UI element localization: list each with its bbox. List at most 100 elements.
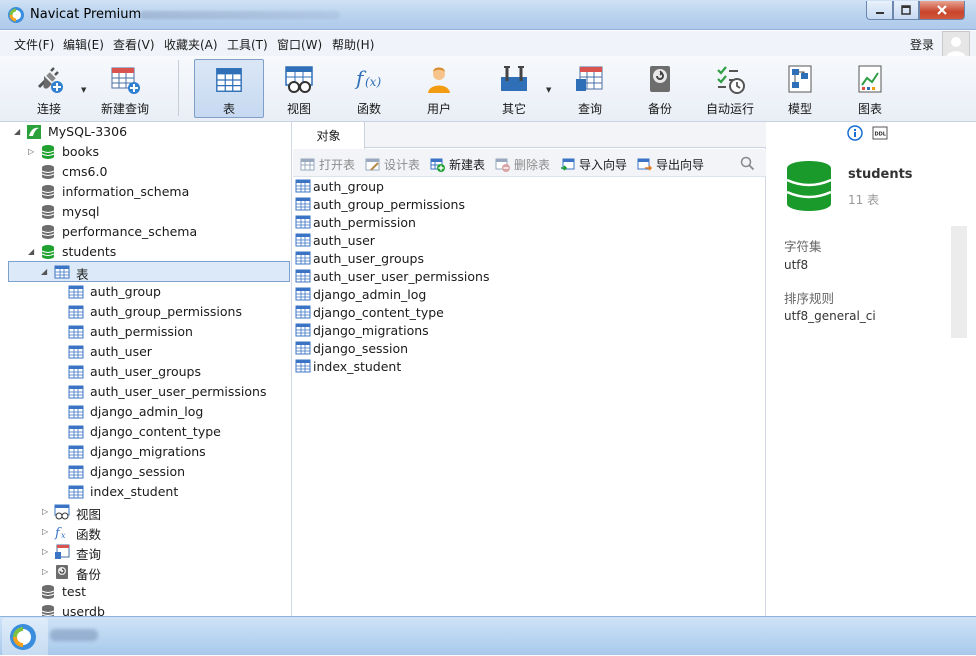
login-link[interactable]: 登录 [910, 36, 934, 53]
info-icon[interactable] [847, 125, 863, 141]
new-table-button[interactable]: 新建表 [430, 156, 485, 173]
object-list-item[interactable]: django_content_type [295, 303, 444, 321]
object-list-label: django_content_type [313, 304, 444, 320]
connection-button[interactable]: 连接 [16, 58, 82, 118]
tree-table-label: django_admin_log [90, 404, 204, 419]
table-small-icon [295, 215, 311, 229]
new-query-button[interactable]: 新建查询 [92, 58, 158, 118]
delete-table-button[interactable]: 删除表 [495, 156, 550, 173]
tree-group-queries[interactable]: ▷ 查询 [0, 542, 291, 562]
collation-label: 排序规则 [784, 291, 835, 306]
tree-group-functions[interactable]: ▷ f x 函数 [0, 522, 291, 542]
expand-arrow-icon[interactable]: ▷ [42, 567, 48, 576]
tree-group-views[interactable]: ▷ 视图 [0, 502, 291, 522]
tree-table-item[interactable]: django_content_type [0, 422, 291, 442]
design-table-button[interactable]: 设计表 [365, 156, 420, 173]
export-wizard-button[interactable]: 导出向导 [637, 156, 704, 173]
toolbar-separator [178, 60, 179, 116]
import-wizard-button[interactable]: 导入向导 [560, 156, 627, 173]
tree-table-item[interactable]: index_student [0, 482, 291, 502]
search-icon[interactable] [740, 156, 755, 171]
close-button[interactable] [919, 1, 965, 20]
object-list-item[interactable]: auth_user_user_permissions [295, 267, 489, 285]
connection-dropdown-icon[interactable]: ▼ [81, 86, 86, 94]
object-list-item[interactable]: django_migrations [295, 321, 429, 339]
autorun-button[interactable]: 自动运行 [697, 58, 763, 118]
info-scrollbar[interactable] [951, 226, 967, 338]
object-list-item[interactable]: django_admin_log [295, 285, 426, 303]
tree-db-label: students [62, 244, 117, 259]
tree-table-item[interactable]: auth_group [0, 282, 291, 302]
maximize-button[interactable] [893, 1, 919, 20]
object-list-item[interactable]: auth_user_groups [295, 249, 424, 267]
tree-db-test[interactable]: test [0, 582, 291, 602]
collapse-arrow-icon[interactable]: ◢ [14, 127, 20, 136]
object-list-item[interactable]: auth_user [295, 231, 375, 249]
menu-help[interactable]: 帮助(H) [332, 36, 374, 53]
expand-arrow-icon[interactable]: ▷ [42, 507, 48, 516]
tree-table-item[interactable]: auth_user_user_permissions [0, 382, 291, 402]
table-small-icon [295, 341, 311, 355]
menu-file[interactable]: 文件(F) [14, 36, 54, 53]
tree-table-label: django_content_type [90, 424, 221, 439]
minimize-button[interactable] [866, 1, 893, 20]
tree-db-performance-schema[interactable]: performance_schema [0, 222, 291, 242]
object-list-item[interactable]: auth_group [295, 177, 384, 195]
ddl-icon[interactable]: DDL [872, 125, 888, 141]
expand-arrow-icon[interactable]: ▷ [28, 147, 34, 156]
tree-table-item[interactable]: django_migrations [0, 442, 291, 462]
others-dropdown-icon[interactable]: ▼ [546, 86, 551, 94]
avatar[interactable] [942, 31, 970, 59]
tree-table-item[interactable]: django_admin_log [0, 402, 291, 422]
tree-db-cms6[interactable]: cms6.0 [0, 162, 291, 182]
export-wizard-label: 导出向导 [656, 158, 705, 172]
tab-objects[interactable]: 对象 [293, 122, 365, 149]
object-list-item[interactable]: django_session [295, 339, 408, 357]
tree-group-tables[interactable]: ◢ 表 [8, 261, 290, 282]
expand-arrow-icon[interactable]: ▷ [42, 527, 48, 536]
tree-connection-mysql-3306[interactable]: ◢ MySQL-3306 [0, 122, 291, 142]
backup-button[interactable]: 备份 [627, 58, 693, 118]
object-list-item[interactable]: index_student [295, 357, 401, 375]
collation-value: utf8_general_ci [784, 309, 876, 323]
menu-view[interactable]: 查看(V) [113, 36, 155, 53]
tree-db-students[interactable]: ◢ students [0, 242, 291, 262]
tree-table-item[interactable]: django_session [0, 462, 291, 482]
tree-db-mysql[interactable]: mysql [0, 202, 291, 222]
query-button[interactable]: 查询 [557, 58, 623, 118]
expand-arrow-icon[interactable]: ▷ [42, 547, 48, 556]
tree-group-label: 查询 [76, 547, 102, 562]
collapse-arrow-icon[interactable]: ◢ [28, 247, 34, 256]
tree-db-books[interactable]: ▷ books [0, 142, 291, 162]
model-button[interactable]: 模型 [767, 58, 833, 118]
menu-favorites[interactable]: 收藏夹(A) [164, 36, 218, 53]
open-table-button[interactable]: 打开表 [300, 156, 355, 173]
others-button[interactable]: 其它 [481, 58, 547, 118]
collapse-arrow-icon[interactable]: ◢ [41, 267, 47, 276]
user-button[interactable]: 用户 [406, 58, 472, 118]
object-list-label: django_migrations [313, 322, 429, 338]
tree-group-backups[interactable]: ▷ 备份 [0, 562, 291, 582]
table-small-icon [68, 465, 84, 479]
object-list-label: auth_group_permissions [313, 196, 465, 212]
tree-table-item[interactable]: auth_user_groups [0, 362, 291, 382]
tree-table-item[interactable]: auth_user [0, 342, 291, 362]
menu-tools[interactable]: 工具(T) [227, 36, 268, 53]
chart-button[interactable]: 图表 [837, 58, 903, 118]
window-title: Navicat Premium [30, 7, 142, 22]
table-small-icon [295, 179, 311, 193]
object-list-item[interactable]: auth_permission [295, 213, 416, 231]
object-list-label: auth_user [313, 232, 375, 248]
object-list-item[interactable]: auth_group_permissions [295, 195, 465, 213]
tree-db-information-schema[interactable]: information_schema [0, 182, 291, 202]
function-button[interactable]: f (x) 函数 [336, 58, 402, 118]
tree-table-item[interactable]: auth_permission [0, 322, 291, 342]
tree-db-userdb[interactable]: userdb [0, 602, 291, 616]
view-button[interactable]: 视图 [266, 58, 332, 118]
table-button[interactable]: 表 [194, 59, 264, 118]
tree-table-item[interactable]: auth_group_permissions [0, 302, 291, 322]
object-list-label: django_session [313, 340, 409, 356]
menu-window[interactable]: 窗口(W) [277, 36, 322, 53]
start-button[interactable] [2, 618, 48, 656]
menu-edit[interactable]: 编辑(E) [63, 36, 104, 53]
